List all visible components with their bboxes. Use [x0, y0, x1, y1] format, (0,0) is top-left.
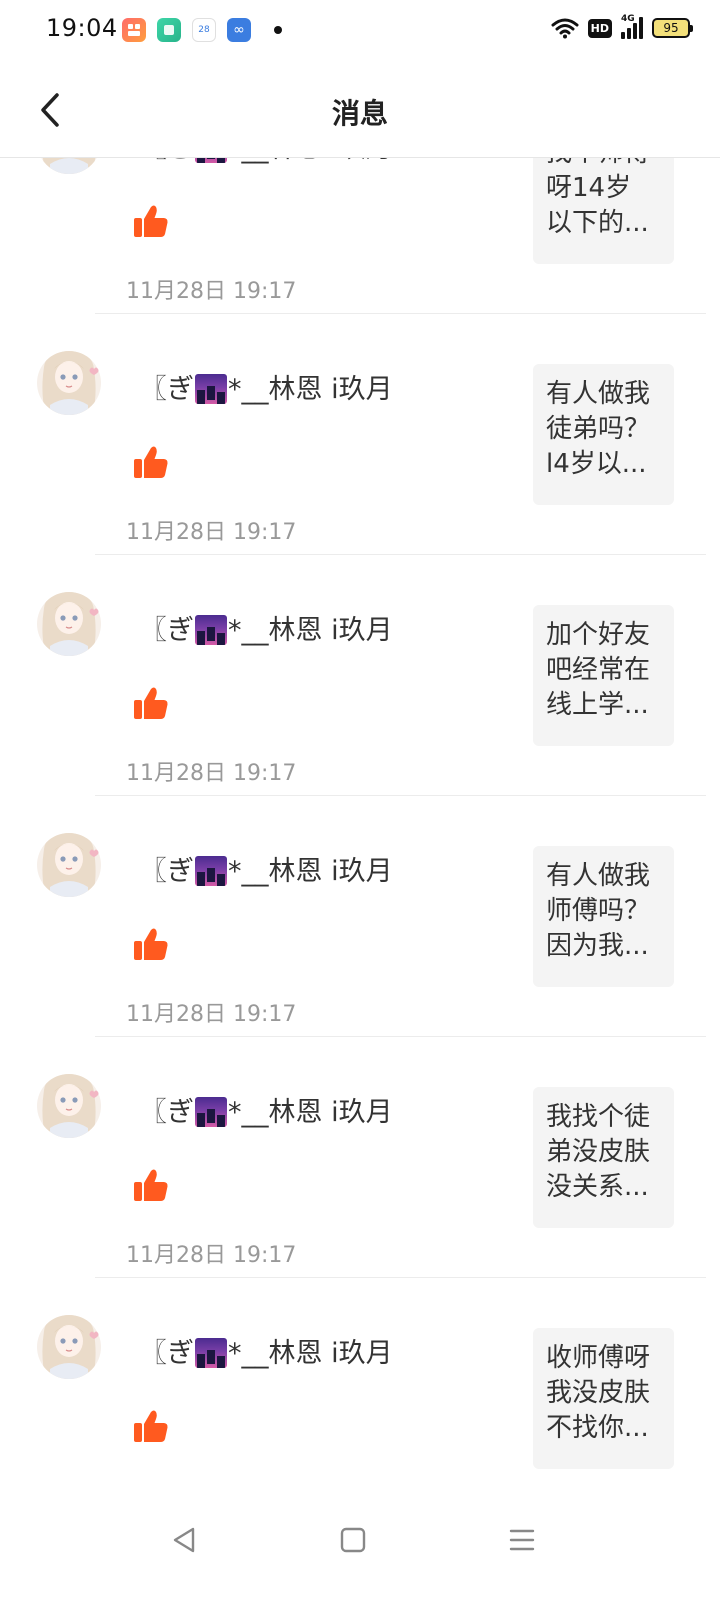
- preview-line: 以下的...: [546, 208, 649, 238]
- preview-line: 没关系...: [546, 1172, 649, 1202]
- username[interactable]: 〖ぎ *__林恩 i玖月: [140, 158, 393, 165]
- video-app-icon: [122, 18, 146, 42]
- message-list[interactable]: 〖ぎ *__林恩 i玖月 11月28日 19:17 找个师傅 呀14岁 以下的..…: [0, 158, 720, 1488]
- username[interactable]: 〖ぎ *__林恩 i玖月: [140, 367, 393, 406]
- message-item[interactable]: 〖ぎ *__林恩 i玖月 收师傅呀 我没皮肤 不找你...: [0, 1278, 720, 1488]
- message-time: 11月28日 19:17: [126, 1002, 297, 1027]
- cell-signal-icon: 4G: [621, 14, 643, 39]
- username-suffix: *__林恩 i玖月: [228, 158, 393, 164]
- battery-icon: 95: [652, 18, 693, 38]
- triangle-back-icon: [173, 1527, 195, 1553]
- username-prefix: 〖ぎ: [140, 1097, 194, 1128]
- message-time: 11月28日 19:17: [126, 279, 297, 304]
- thumbs-up-icon: [134, 1410, 168, 1442]
- system-icons: HD 4G 95: [551, 14, 693, 39]
- navigation-bar: [0, 1490, 720, 1600]
- username-prefix: 〖ぎ: [140, 856, 194, 887]
- network-type: 4G: [621, 14, 635, 24]
- avatar[interactable]: [36, 829, 102, 901]
- preview-line: 徒弟吗？: [546, 414, 651, 444]
- battery-level: 95: [663, 21, 679, 35]
- username-suffix: *__林恩 i玖月: [228, 615, 393, 646]
- night-city-emoji: [195, 856, 227, 886]
- message-time: 11月28日 19:17: [126, 520, 297, 545]
- nav-home-button[interactable]: [323, 1510, 383, 1570]
- message-time: 11月28日 19:17: [126, 1243, 297, 1268]
- thumbs-up-icon: [134, 928, 168, 960]
- preview-line: 呀14岁: [546, 173, 632, 203]
- more-notifications-dot: [274, 26, 282, 34]
- night-city-emoji: [195, 1338, 227, 1368]
- username[interactable]: 〖ぎ *__林恩 i玖月: [140, 1331, 393, 1370]
- night-city-emoji: [195, 374, 227, 404]
- username-suffix: *__林恩 i玖月: [228, 1338, 393, 1369]
- username-prefix: 〖ぎ: [140, 158, 194, 164]
- preview-line: 加个好友: [546, 620, 651, 650]
- preview-line: 弟没皮肤: [546, 1137, 651, 1167]
- page-title: 消息: [331, 97, 388, 130]
- username-prefix: 〖ぎ: [140, 615, 194, 646]
- username[interactable]: 〖ぎ *__林恩 i玖月: [140, 1090, 393, 1129]
- square-home-icon: [340, 1527, 366, 1553]
- username-suffix: *__林恩 i玖月: [228, 374, 393, 405]
- wifi-icon: [551, 18, 579, 39]
- preview-line: 不找你...: [546, 1413, 649, 1443]
- header: 消息: [0, 62, 720, 158]
- message-preview[interactable]: 有人做我 师傅吗？ 因为我...: [533, 846, 674, 987]
- message-item[interactable]: 〖ぎ *__林恩 i玖月 11月28日 19:17 有人做我 徒弟吗？ l4岁以.…: [0, 314, 720, 555]
- nav-back-button[interactable]: [154, 1510, 214, 1570]
- username-prefix: 〖ぎ: [140, 374, 194, 405]
- status-time: 19:04: [46, 14, 118, 42]
- message-preview[interactable]: 有人做我 徒弟吗？ l4岁以...: [533, 364, 674, 505]
- preview-line: 有人做我: [546, 379, 651, 409]
- avatar[interactable]: [36, 588, 102, 660]
- preview-line: 找个师傅: [546, 158, 666, 171]
- message-preview[interactable]: 找个师傅 呀14岁 以下的...: [533, 158, 674, 264]
- notes-app-icon: [157, 18, 181, 42]
- preview-line: 收师傅呀: [546, 1343, 651, 1373]
- username-suffix: *__林恩 i玖月: [228, 856, 393, 887]
- username[interactable]: 〖ぎ *__林恩 i玖月: [140, 608, 393, 647]
- message-item[interactable]: 〖ぎ *__林恩 i玖月 11月28日 19:17 有人做我 师傅吗？ 因为我..…: [0, 796, 720, 1037]
- message-item[interactable]: 〖ぎ *__林恩 i玖月 11月28日 19:17 我找个徒 弟没皮肤 没关系..…: [0, 1037, 720, 1278]
- night-city-emoji: [195, 158, 227, 163]
- username-prefix: 〖ぎ: [140, 1338, 194, 1369]
- preview-line: 有人做我: [546, 861, 651, 891]
- hd-badge: HD: [587, 18, 612, 38]
- notification-icons: 28 ∞: [122, 18, 282, 42]
- message-item[interactable]: 〖ぎ *__林恩 i玖月 11月28日 19:17 找个师傅 呀14岁 以下的..…: [0, 158, 720, 314]
- avatar[interactable]: [36, 347, 102, 419]
- calendar-app-icon: 28: [192, 18, 216, 42]
- night-city-emoji: [195, 1097, 227, 1127]
- message-time: 11月28日 19:17: [126, 761, 297, 786]
- message-preview[interactable]: 收师傅呀 我没皮肤 不找你...: [533, 1328, 674, 1469]
- calendar-day: 28: [198, 25, 210, 35]
- avatar[interactable]: [36, 1070, 102, 1142]
- thumbs-up-icon: [134, 205, 168, 237]
- nav-menu-button[interactable]: [492, 1510, 552, 1570]
- preview-line: 因为我...: [546, 931, 649, 961]
- username[interactable]: 〖ぎ *__林恩 i玖月: [140, 849, 393, 888]
- preview-line: 吧经常在: [546, 655, 651, 685]
- infinity-app-icon: ∞: [227, 18, 251, 42]
- menu-lines-icon: [509, 1529, 535, 1551]
- avatar[interactable]: [36, 158, 102, 178]
- night-city-emoji: [195, 615, 227, 645]
- thumbs-up-icon: [134, 446, 168, 478]
- preview-line: 师傅吗？: [546, 896, 651, 926]
- thumbs-up-icon: [134, 1169, 168, 1201]
- avatar[interactable]: [36, 1311, 102, 1383]
- preview-line: 我没皮肤: [546, 1378, 651, 1408]
- preview-line: 线上学...: [546, 690, 649, 720]
- preview-line: 我找个徒: [546, 1102, 651, 1132]
- message-item[interactable]: 〖ぎ *__林恩 i玖月 11月28日 19:17 加个好友 吧经常在 线上学..…: [0, 555, 720, 796]
- username-suffix: *__林恩 i玖月: [228, 1097, 393, 1128]
- message-list-content: 〖ぎ *__林恩 i玖月 11月28日 19:17 找个师傅 呀14岁 以下的..…: [0, 158, 720, 1488]
- status-bar: 19:04 28 ∞ HD 4G 95: [0, 0, 720, 62]
- preview-line: l4岁以...: [546, 449, 647, 479]
- message-preview[interactable]: 加个好友 吧经常在 线上学...: [533, 605, 674, 746]
- thumbs-up-icon: [134, 687, 168, 719]
- message-preview[interactable]: 我找个徒 弟没皮肤 没关系...: [533, 1087, 674, 1228]
